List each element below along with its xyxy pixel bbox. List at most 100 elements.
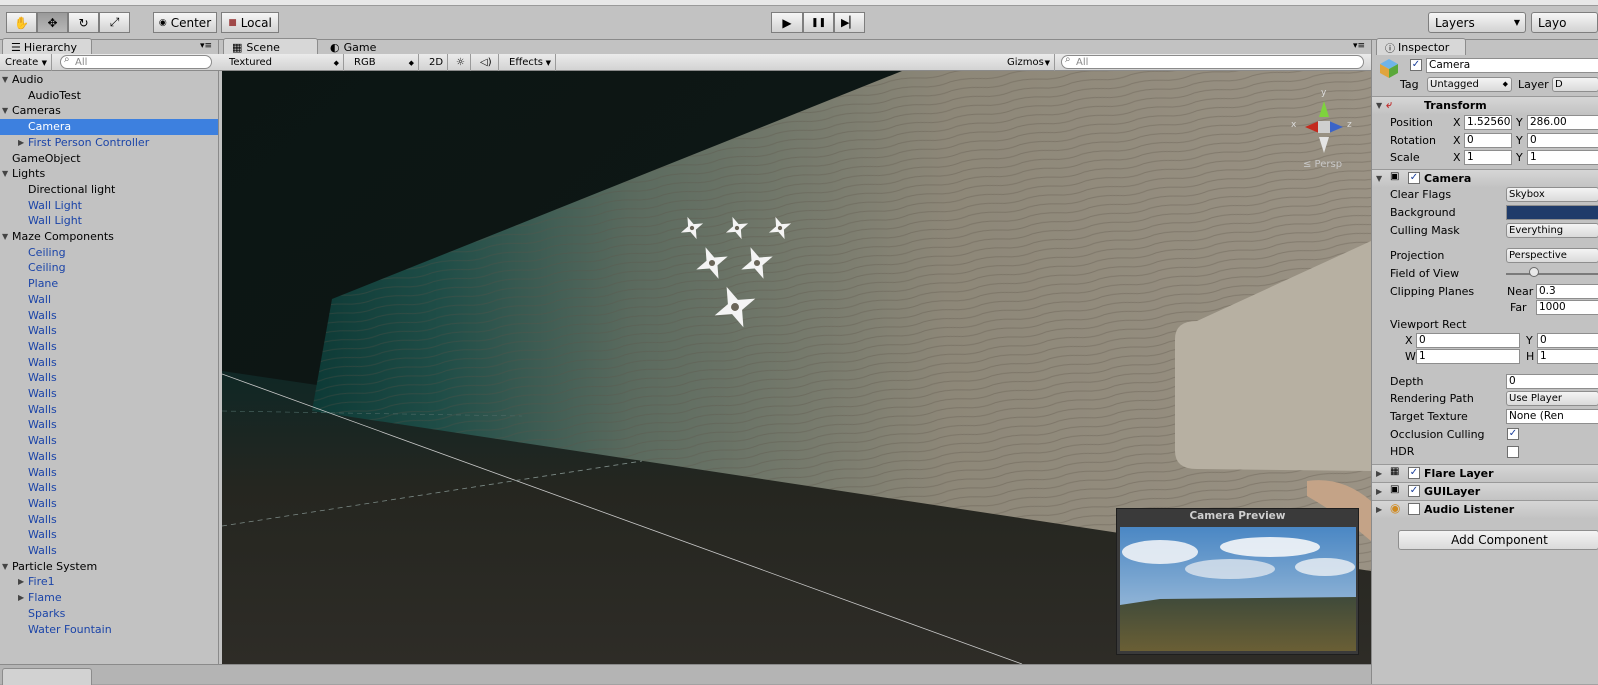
- depth-field[interactable]: 0: [1506, 374, 1598, 389]
- fold-open-icon[interactable]: ▼: [2, 559, 8, 575]
- point-light-icon[interactable]: [768, 216, 792, 240]
- hierarchy-item[interactable]: Walls: [0, 323, 218, 339]
- tag-dropdown[interactable]: Untagged ◆: [1427, 77, 1512, 92]
- layout-dropdown[interactable]: Layo: [1531, 12, 1598, 33]
- hierarchy-item[interactable]: Walls: [0, 402, 218, 418]
- point-light-icon[interactable]: [680, 216, 704, 240]
- layer-dropdown[interactable]: D: [1552, 77, 1598, 92]
- hierarchy-item[interactable]: Walls: [0, 308, 218, 324]
- transform-y-field[interactable]: 1: [1527, 150, 1598, 165]
- fold-open-icon[interactable]: ▼: [2, 103, 8, 119]
- scene-gizmo[interactable]: y x z ≤ Persp: [1285, 83, 1360, 173]
- hierarchy-item[interactable]: Walls: [0, 355, 218, 371]
- background-color-field[interactable]: [1506, 205, 1598, 220]
- fold-closed-icon[interactable]: ▶: [18, 135, 24, 151]
- camera-enabled-checkbox[interactable]: ✓: [1408, 172, 1420, 184]
- hierarchy-item[interactable]: Wall Light: [0, 198, 218, 214]
- hierarchy-item[interactable]: Walls: [0, 543, 218, 559]
- far-field[interactable]: 1000: [1536, 300, 1598, 315]
- hierarchy-item[interactable]: Plane: [0, 276, 218, 292]
- effects-dropdown[interactable]: Effects ▼: [504, 54, 556, 71]
- hierarchy-item[interactable]: ▼ Lights: [0, 166, 218, 182]
- hand-tool-button[interactable]: ✋: [6, 12, 37, 33]
- lighting-toggle[interactable]: ☼: [451, 54, 471, 71]
- point-light-icon[interactable]: [713, 285, 757, 329]
- hierarchy-item[interactable]: AudioTest: [0, 88, 218, 104]
- viewport-h-field[interactable]: 1: [1537, 349, 1598, 364]
- flare-layer-checkbox[interactable]: ✓: [1408, 467, 1420, 479]
- render-mode-dropdown[interactable]: RGB ◆: [349, 54, 419, 71]
- play-button[interactable]: ▶: [771, 12, 803, 33]
- hierarchy-item[interactable]: Walls: [0, 370, 218, 386]
- point-light-icon[interactable]: [725, 216, 749, 240]
- fold-open-icon[interactable]: ▼: [2, 229, 8, 245]
- hierarchy-item[interactable]: Ceiling: [0, 260, 218, 276]
- add-component-button[interactable]: Add Component: [1398, 530, 1598, 550]
- near-field[interactable]: 0.3: [1536, 284, 1598, 299]
- projection-dropdown[interactable]: Perspective: [1506, 248, 1598, 263]
- active-checkbox[interactable]: ✓: [1410, 59, 1422, 71]
- persp-label[interactable]: ≤ Persp: [1303, 159, 1342, 170]
- rendering-path-dropdown[interactable]: Use Player: [1506, 391, 1598, 406]
- pivot-center-button[interactable]: ◉ Center: [153, 12, 217, 33]
- clear-flags-dropdown[interactable]: Skybox: [1506, 187, 1598, 202]
- audio-listener-header[interactable]: ▶ ◉ Audio Listener: [1372, 500, 1598, 518]
- layers-dropdown[interactable]: Layers ▼: [1428, 12, 1526, 33]
- audio-listener-checkbox[interactable]: [1408, 503, 1420, 515]
- hierarchy-item[interactable]: ▶ Flame: [0, 590, 218, 606]
- hierarchy-item[interactable]: Walls: [0, 339, 218, 355]
- hierarchy-item[interactable]: Walls: [0, 480, 218, 496]
- hierarchy-item[interactable]: GameObject: [0, 151, 218, 167]
- create-dropdown[interactable]: Create ▼: [0, 54, 52, 71]
- tab-inspector[interactable]: ⓘ Inspector: [1376, 38, 1466, 55]
- fold-open-icon[interactable]: ▼: [2, 166, 8, 182]
- panel-menu-icon[interactable]: ▾≡: [1353, 41, 1365, 51]
- transform-y-field[interactable]: 0: [1527, 132, 1598, 148]
- viewport-y-field[interactable]: 0: [1537, 333, 1598, 348]
- hierarchy-item[interactable]: ▼ Audio: [0, 72, 218, 88]
- bottom-tab[interactable]: [2, 668, 92, 685]
- hierarchy-item[interactable]: Walls: [0, 527, 218, 543]
- move-tool-button[interactable]: ✥: [37, 12, 68, 33]
- transform-x-field[interactable]: 1: [1464, 150, 1512, 165]
- hierarchy-item[interactable]: Walls: [0, 465, 218, 481]
- hierarchy-item[interactable]: Walls: [0, 512, 218, 528]
- audio-toggle[interactable]: ◁): [475, 54, 499, 71]
- object-name-field[interactable]: Camera: [1426, 58, 1598, 73]
- fold-open-icon[interactable]: ▼: [2, 72, 8, 88]
- target-texture-field[interactable]: None (Ren: [1506, 409, 1598, 424]
- hierarchy-item[interactable]: Camera: [0, 119, 218, 136]
- scale-tool-button[interactable]: ⤢: [99, 12, 130, 33]
- tab-game[interactable]: ◐ Game: [321, 38, 391, 55]
- occlusion-culling-checkbox[interactable]: ✓: [1507, 428, 1519, 440]
- point-light-icon[interactable]: [740, 246, 774, 280]
- transform-x-field[interactable]: 1.52560: [1464, 115, 1512, 130]
- rotate-tool-button[interactable]: ↻: [68, 12, 99, 33]
- 2d-toggle[interactable]: 2D: [424, 54, 448, 71]
- hierarchy-item[interactable]: ▶ First Person Controller: [0, 135, 218, 151]
- pivot-local-button[interactable]: ■ Local: [221, 12, 279, 33]
- hierarchy-item[interactable]: Walls: [0, 496, 218, 512]
- camera-header[interactable]: ▼ ▣ ✓ Camera: [1372, 169, 1598, 187]
- hierarchy-item[interactable]: Walls: [0, 449, 218, 465]
- fov-slider-thumb[interactable]: [1528, 267, 1539, 277]
- transform-y-field[interactable]: 286.00: [1527, 115, 1598, 130]
- hierarchy-item[interactable]: Water Fountain: [0, 622, 218, 638]
- hierarchy-item[interactable]: Ceiling: [0, 245, 218, 261]
- step-button[interactable]: ▶▏: [834, 12, 865, 33]
- hierarchy-item[interactable]: Directional light: [0, 182, 218, 198]
- transform-x-field[interactable]: 0: [1464, 132, 1512, 148]
- viewport-w-field[interactable]: 1: [1416, 349, 1520, 364]
- fold-closed-icon[interactable]: ▶: [18, 590, 24, 606]
- shading-dropdown[interactable]: Textured ◆: [224, 54, 344, 71]
- gui-layer-checkbox[interactable]: ✓: [1408, 485, 1420, 497]
- gizmos-dropdown[interactable]: Gizmos ▼: [1002, 54, 1055, 71]
- hierarchy-item[interactable]: Sparks: [0, 606, 218, 622]
- hierarchy-item[interactable]: Wall Light: [0, 213, 218, 229]
- viewport-x-field[interactable]: 0: [1416, 333, 1520, 348]
- hierarchy-item[interactable]: Walls: [0, 417, 218, 433]
- hierarchy-item[interactable]: ▶ Fire1: [0, 574, 218, 590]
- culling-mask-dropdown[interactable]: Everything: [1506, 223, 1598, 238]
- gui-layer-header[interactable]: ▶ ▣ ✓ GUILayer: [1372, 482, 1598, 500]
- panel-menu-icon[interactable]: ▾≡: [200, 41, 212, 51]
